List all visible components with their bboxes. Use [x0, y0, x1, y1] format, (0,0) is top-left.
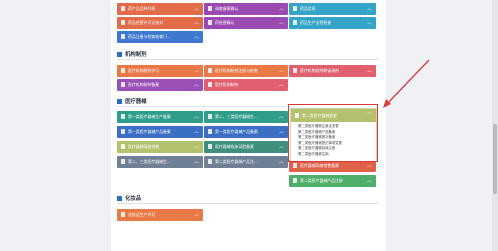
chevron-up-icon: ︿ — [278, 159, 284, 165]
tile-top-6[interactable]: 药品注册与检查核查门... ︿ — [117, 31, 203, 43]
chevron-up-icon: ︿ — [278, 114, 284, 120]
tile-device-1[interactable]: 第二、三类医疗器械生... ︿ — [204, 111, 288, 123]
document-icon — [293, 177, 297, 183]
chevron-up-icon: ︿ — [278, 129, 284, 135]
document-icon — [293, 67, 297, 73]
chevron-up-icon: ︿ — [193, 6, 199, 12]
document-icon — [121, 81, 125, 87]
chevron-up-icon: ︿ — [366, 20, 372, 26]
section-title-device: 医疗器械 — [117, 97, 147, 105]
chevron-up-icon: ︿ — [193, 82, 199, 88]
tile-device-6[interactable]: 第二、三类医疗器械生... ︿ — [117, 156, 203, 168]
document-icon — [208, 67, 212, 73]
document-icon — [208, 19, 212, 25]
chevron-up-icon: ︿ — [193, 68, 199, 74]
section-title-cosmetics: 化妆品 — [117, 194, 141, 202]
tile-device-8[interactable]: 第二类医疗器械产品注册 ︿ — [289, 175, 376, 187]
section-divider — [117, 203, 379, 204]
document-icon — [208, 113, 212, 119]
document-icon — [208, 158, 212, 164]
tile-device-7[interactable]: 第二类医疗器械产品注... ︿ — [204, 156, 288, 168]
document-icon — [121, 158, 125, 164]
tile-institution-0[interactable]: 医疗机构制剂许可 ︿ — [117, 65, 203, 77]
tile-top-2[interactable]: 药品信息 ︿ — [289, 3, 376, 15]
tile-top-4[interactable]: 药经营确认 ︿ — [204, 17, 288, 29]
document-icon — [208, 128, 212, 134]
document-icon — [121, 19, 125, 25]
section-title-institution: 机构制剂 — [117, 50, 147, 58]
chevron-up-icon: ︿ — [193, 129, 199, 135]
document-icon — [121, 128, 125, 134]
document-icon — [121, 113, 125, 119]
section-divider — [117, 106, 287, 107]
document-icon — [208, 81, 212, 87]
chevron-up-icon: ︿ — [366, 68, 372, 74]
document-icon — [208, 143, 212, 149]
tile-top-0[interactable]: 药产品品种列表 ︿ — [117, 3, 203, 15]
tile-device-5[interactable]: 医疗器械临床试验备案 ︿ — [204, 141, 288, 153]
chevron-up-icon: ︿ — [278, 6, 284, 12]
tile-institution-2[interactable]: 医疗机构制剂跨省调剂 ︿ — [289, 65, 376, 77]
chevron-up-icon: ︿ — [278, 20, 284, 26]
chevron-up-icon: ︿ — [193, 34, 199, 40]
chevron-up-icon: ︿ — [366, 178, 372, 184]
scrollbar[interactable] — [492, 0, 498, 251]
chevron-up-icon: ︿ — [193, 114, 199, 120]
document-icon — [208, 5, 212, 11]
document-icon — [293, 5, 297, 11]
tile-device-0[interactable]: 第一类医疗器械生产备案 ︿ — [117, 111, 203, 123]
document-icon — [121, 211, 125, 217]
scrollbar-thumb[interactable] — [493, 124, 497, 194]
section-icon — [117, 195, 122, 201]
page: 药产品品种列表 ︿ 调查备案确认 ︿ 药品信息 ︿ 药品经营许可证核对 ︿ 药经营确认 ︿… — [0, 0, 498, 251]
document-icon — [121, 67, 125, 73]
arrow-line — [385, 59, 430, 106]
tile-cosmetics-0[interactable]: 化妆品生产许可 ︿ — [117, 209, 203, 221]
tile-institution-1[interactable]: 医疗机构制剂注册与检查 ︿ — [204, 65, 288, 77]
chevron-up-icon: ︿ — [193, 159, 199, 165]
chevron-up-icon: ︿ — [193, 144, 199, 150]
tile-top-3[interactable]: 药品经营许可证核对 ︿ — [117, 17, 203, 29]
tile-device-2[interactable]: 第一类医疗器械产品备案 ︿ — [117, 126, 203, 138]
chevron-up-icon: ︿ — [278, 68, 284, 74]
tile-device-4[interactable]: 医疗器械网络销售 ︿ — [117, 141, 203, 153]
document-icon — [293, 162, 297, 168]
document-icon — [121, 5, 125, 11]
chevron-up-icon: ︿ — [366, 6, 372, 12]
chevron-up-icon: ︿ — [193, 212, 199, 218]
document-icon — [293, 19, 297, 25]
chevron-up-icon: ︿ — [278, 82, 284, 88]
chevron-up-icon: ︿ — [278, 144, 284, 150]
section-icon — [117, 51, 122, 57]
tile-top-1[interactable]: 调查备案确认 ︿ — [204, 3, 288, 15]
chevron-up-icon: ︿ — [193, 20, 199, 26]
document-icon — [121, 33, 125, 39]
tile-institution-3[interactable]: 医疗机构制剂备案 ︿ — [117, 79, 203, 91]
section-icon — [117, 98, 122, 104]
tile-device-3[interactable]: 第一类医疗器械产品备案 ︿ — [204, 126, 288, 138]
section-divider — [117, 59, 379, 60]
document-icon — [121, 143, 125, 149]
tile-institution-4[interactable]: 医疗机构制剂 ︿ — [204, 79, 288, 91]
tile-top-5[interactable]: 药品生产全程检查 ︿ — [289, 17, 376, 29]
highlight-box — [288, 104, 378, 162]
